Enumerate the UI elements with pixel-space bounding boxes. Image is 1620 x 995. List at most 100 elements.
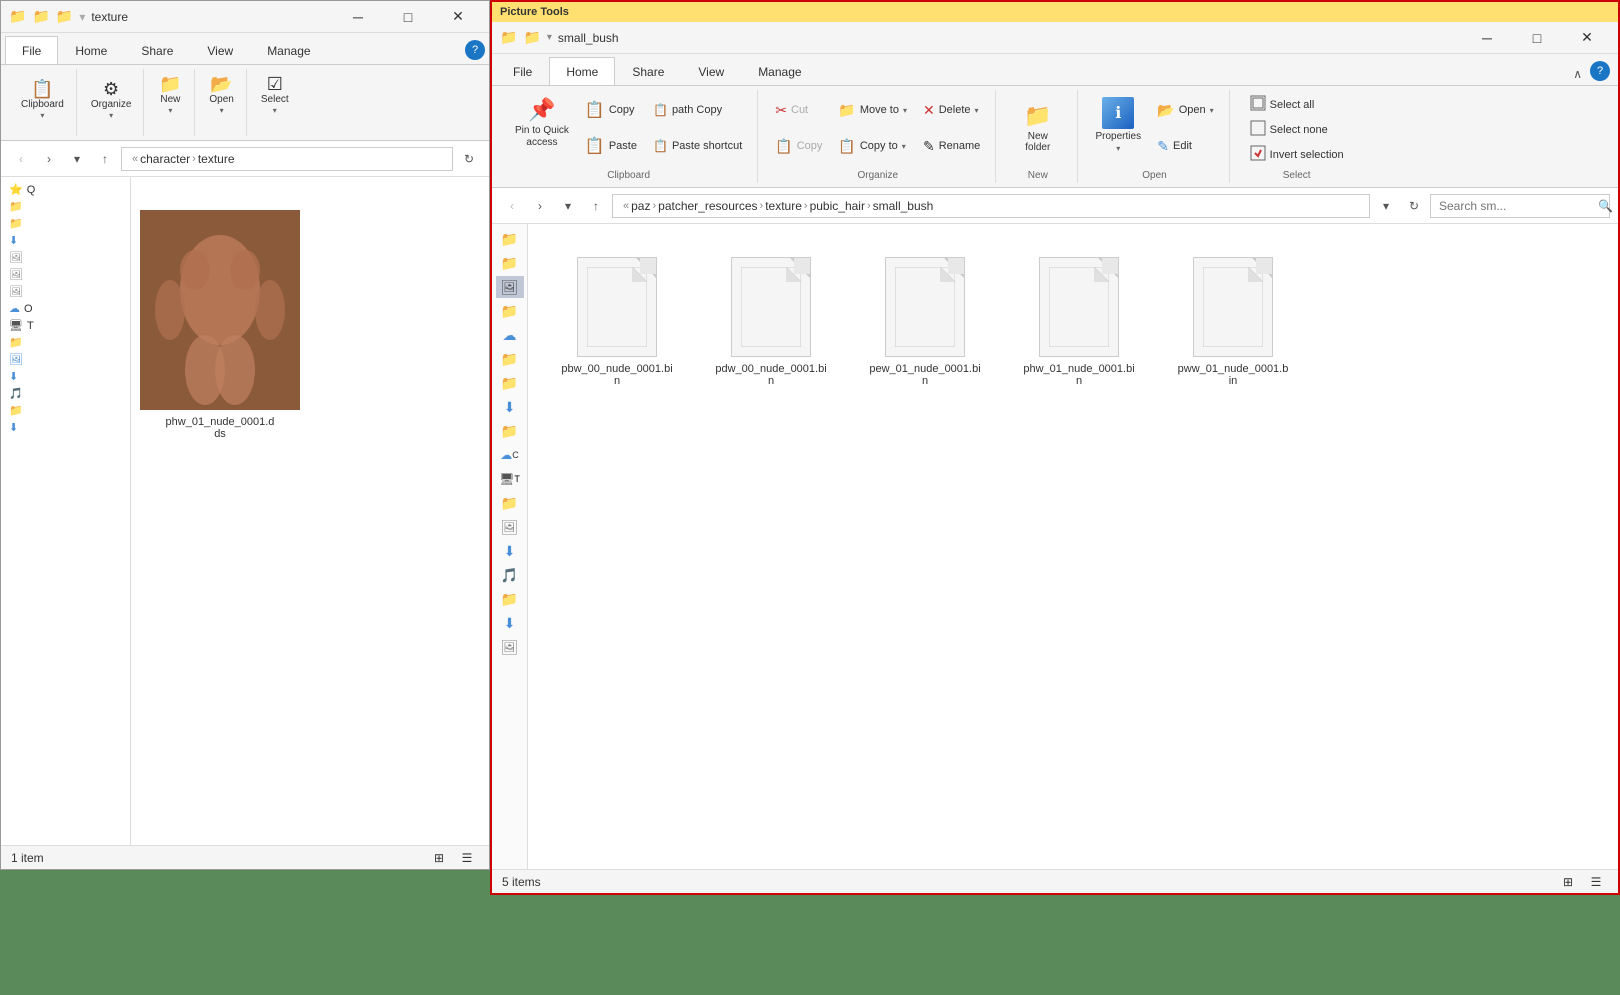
properties-button[interactable]: ℹ Properties ▾ — [1088, 92, 1148, 158]
left-tab-home[interactable]: Home — [58, 36, 124, 64]
right-search-box[interactable]: 🔍 — [1430, 194, 1610, 218]
left-sidebar-item-1[interactable]: 📁 — [1, 198, 130, 215]
right-file-item-1[interactable]: pdw_00_nude_0001.bin — [706, 248, 836, 396]
right-path-pubic-hair[interactable]: pubic_hair — [810, 199, 865, 213]
left-path-texture[interactable]: texture — [198, 152, 235, 166]
pin-quick-access-button[interactable]: 📌 Pin to Quickaccess — [508, 92, 576, 154]
left-tab-file[interactable]: File — [5, 36, 58, 64]
right-maximize-button[interactable]: □ — [1514, 22, 1560, 54]
right-path-paz[interactable]: paz — [631, 199, 650, 213]
rs-item-6[interactable]: 📁 — [496, 372, 524, 394]
right-tab-manage[interactable]: Manage — [741, 57, 818, 85]
rs-item-1[interactable]: 📁 — [496, 252, 524, 274]
open-file-button[interactable]: 📂 Open ▾ — [1150, 99, 1220, 122]
edit-button[interactable]: ✎ Edit — [1150, 135, 1220, 158]
right-close-button[interactable]: ✕ — [1564, 22, 1610, 54]
right-search-input[interactable] — [1439, 199, 1594, 213]
left-sidebar-item-music[interactable]: 🎵 — [1, 385, 130, 402]
left-sidebar-item-4[interactable]: 🖼 — [1, 249, 130, 266]
rs-item-down10[interactable]: ⬇ — [496, 612, 524, 634]
left-tab-share[interactable]: Share — [124, 36, 190, 64]
rs-item-0[interactable]: 📁 — [496, 228, 524, 250]
rs-item-4[interactable]: ☁ — [496, 324, 524, 346]
left-sidebar-item-down2[interactable]: ⬇ — [1, 368, 130, 385]
delete-button[interactable]: ✕ Delete ▾ — [916, 99, 987, 122]
right-up-button[interactable]: ↑ — [584, 194, 608, 218]
left-open-button[interactable]: 📂 Open ▾ — [203, 71, 239, 119]
right-forward-button[interactable]: › — [528, 194, 552, 218]
left-sidebar-item-6[interactable]: 🖼 — [1, 283, 130, 300]
right-path-small-bush[interactable]: small_bush — [873, 199, 934, 213]
left-select-button[interactable]: ☑ Select ▾ — [255, 71, 295, 119]
right-back-button[interactable]: ‹ — [500, 194, 524, 218]
rs-item-folder10[interactable]: 📁 — [496, 588, 524, 610]
left-address-path[interactable]: « character › texture — [121, 147, 453, 171]
left-sidebar-item-3[interactable]: ⬇ — [1, 232, 130, 249]
left-sidebar-item-pc[interactable]: 🖥 T — [1, 317, 130, 334]
copy-path-button[interactable]: 📋 path Copy — [646, 100, 749, 120]
rs-item-cloud2[interactable]: ☁ C — [496, 444, 524, 466]
left-back-button[interactable]: ‹ — [9, 147, 33, 171]
rs-item-img9[interactable]: 🖼 — [496, 516, 524, 538]
rs-item-7[interactable]: ⬇ — [496, 396, 524, 418]
rs-item-down9[interactable]: ⬇ — [496, 540, 524, 562]
right-tab-share[interactable]: Share — [615, 57, 681, 85]
invert-selection-button[interactable]: Invert selection — [1243, 142, 1351, 167]
left-forward-button[interactable]: › — [37, 147, 61, 171]
rs-item-2[interactable]: 🖼 — [496, 276, 524, 298]
left-sidebar-item-2[interactable]: 📁 — [1, 215, 130, 232]
rs-item-5[interactable]: 📁 — [496, 348, 524, 370]
left-minimize-button[interactable]: ─ — [335, 1, 381, 33]
right-help-button[interactable]: ? — [1590, 61, 1610, 81]
paste-shortcut-button[interactable]: 📋 Paste shortcut — [646, 136, 749, 156]
left-sidebar-item-folder3[interactable]: 📁 — [1, 402, 130, 419]
left-maximize-button[interactable]: □ — [385, 1, 431, 33]
cut-button[interactable]: ✂ Cut — [768, 99, 829, 122]
right-nav-dropdown[interactable]: ▾ — [556, 194, 580, 218]
right-file-item-0[interactable]: pbw_00_nude_0001.bin — [552, 248, 682, 396]
left-sidebar-item-img2[interactable]: 🖼 — [1, 351, 130, 368]
left-sidebar-item-cloud[interactable]: ☁ O — [1, 300, 130, 317]
left-sidebar-item-folder2[interactable]: 📁 — [1, 334, 130, 351]
rs-item-pc[interactable]: 🖥 T — [496, 468, 524, 490]
right-file-item-3[interactable]: phw_01_nude_0001.bin — [1014, 248, 1144, 396]
left-up-button[interactable]: ↑ — [93, 147, 117, 171]
select-all-button[interactable]: Select all — [1243, 92, 1351, 117]
right-address-path[interactable]: « paz › patcher_resources › texture › pu… — [612, 194, 1370, 218]
left-list-view-button[interactable]: ☰ — [455, 848, 479, 868]
left-path-character[interactable]: character — [140, 152, 190, 166]
paste-button[interactable]: 📋 Paste — [578, 133, 644, 159]
right-tab-file[interactable]: File — [496, 57, 549, 85]
select-none-button[interactable]: Select none — [1243, 117, 1351, 142]
right-search-icon[interactable]: 🔍 — [1598, 199, 1613, 213]
rs-item-folder9[interactable]: 📁 — [496, 492, 524, 514]
right-file-item-2[interactable]: pew_01_nude_0001.bin — [860, 248, 990, 396]
rename-button[interactable]: ✎ Rename — [916, 135, 987, 158]
left-file-item-0[interactable]: phw_01_nude_0001.dds — [155, 201, 285, 449]
organize-copy-button[interactable]: 📋 Copy — [768, 135, 829, 158]
right-path-patcher[interactable]: patcher_resources — [658, 199, 757, 213]
right-path-dropdown[interactable]: ▾ — [1374, 194, 1398, 218]
left-tab-view[interactable]: View — [190, 36, 250, 64]
left-help-button[interactable]: ? — [465, 40, 485, 60]
left-refresh-button[interactable]: ↻ — [457, 147, 481, 171]
rs-item-music[interactable]: 🎵 — [496, 564, 524, 586]
rs-item-8[interactable]: 📁 — [496, 420, 524, 442]
new-folder-button[interactable]: 📁 Newfolder — [1017, 98, 1058, 158]
move-to-button[interactable]: 📁 Move to ▾ — [831, 99, 914, 122]
left-clipboard-button[interactable]: 📋 Clipboard ▾ — [15, 76, 70, 124]
right-grid-view-button[interactable]: ⊞ — [1556, 872, 1580, 892]
left-dropdown-button[interactable]: ▾ — [65, 147, 89, 171]
right-path-texture[interactable]: texture — [765, 199, 802, 213]
right-tab-view[interactable]: View — [681, 57, 741, 85]
rs-item-3[interactable]: 📁 — [496, 300, 524, 322]
rs-item-img10[interactable]: 🖼 — [496, 636, 524, 658]
right-file-item-4[interactable]: pww_01_nude_0001.bin — [1168, 248, 1298, 396]
left-new-button[interactable]: 📁 New ▾ — [152, 71, 188, 119]
copy-button[interactable]: 📋 Copy — [578, 97, 644, 123]
right-list-view-button[interactable]: ☰ — [1584, 872, 1608, 892]
left-close-button[interactable]: ✕ — [435, 1, 481, 33]
right-tab-home[interactable]: Home — [549, 57, 615, 85]
left-sidebar-item-down3[interactable]: ⬇ — [1, 419, 130, 436]
left-tab-manage[interactable]: Manage — [250, 36, 327, 64]
